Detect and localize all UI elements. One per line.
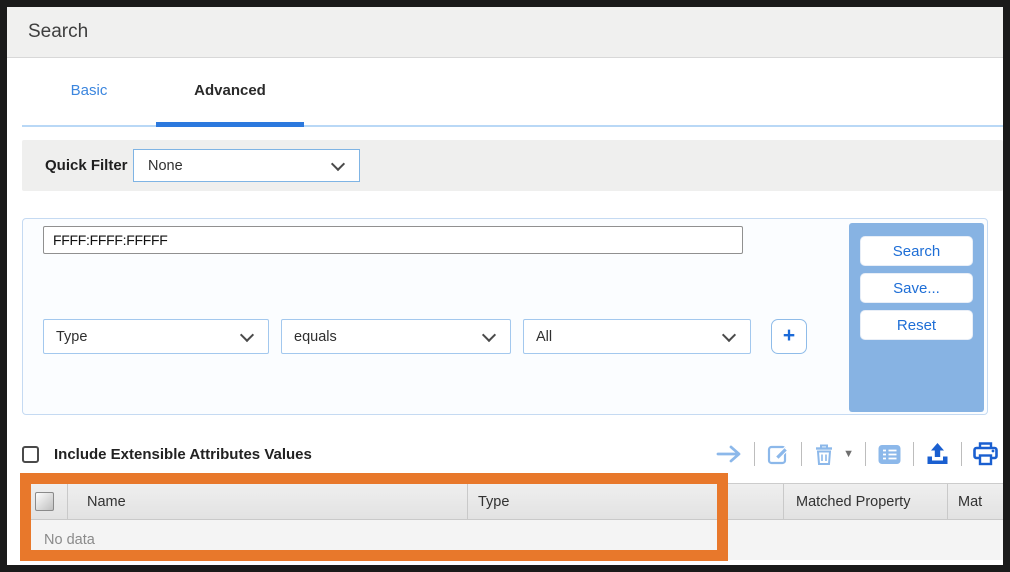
print-icon[interactable]: [973, 442, 998, 466]
toolbar-separator: [754, 442, 756, 466]
tab-basic[interactable]: Basic: [22, 58, 156, 123]
condition-value-value: All: [536, 328, 553, 345]
search-window: Search Basic Advanced Quick Filter None …: [0, 0, 1010, 572]
save-button[interactable]: Save...: [860, 273, 973, 303]
column-header-name[interactable]: Name: [68, 484, 468, 519]
select-all-checkbox[interactable]: [35, 492, 54, 511]
list-view-icon[interactable]: [877, 443, 902, 466]
toolbar-icon-strip: ▼: [716, 442, 998, 466]
include-ea-group: Include Extensible Attributes Values: [22, 445, 312, 463]
chevron-down-icon: [721, 327, 737, 343]
quick-filter-select[interactable]: None: [133, 149, 360, 182]
search-criteria-panel: Type equals All + Search Save... Reset: [22, 218, 988, 415]
condition-value-select[interactable]: All: [523, 319, 751, 354]
column-header-matched-value[interactable]: Mat: [948, 484, 1003, 519]
toolbar-separator: [801, 442, 803, 466]
window-titlebar: Search: [7, 7, 1003, 58]
chevron-down-icon: [481, 327, 497, 343]
condition-field-value: Type: [56, 328, 88, 345]
edit-icon[interactable]: [766, 442, 790, 466]
add-condition-button[interactable]: +: [771, 319, 807, 354]
tab-advanced[interactable]: Advanced: [156, 58, 304, 123]
delete-icon[interactable]: [813, 443, 835, 466]
quick-filter-bar: Quick Filter None: [22, 140, 1003, 191]
tab-bar: Basic Advanced: [7, 58, 1003, 128]
chevron-down-icon: [239, 327, 255, 343]
chevron-down-icon: [330, 156, 346, 172]
search-actions-panel: Search Save... Reset: [849, 223, 984, 412]
forward-arrow-icon[interactable]: [716, 443, 743, 465]
results-toolbar: Include Extensible Attributes Values ▼: [22, 435, 998, 473]
reset-button[interactable]: Reset: [860, 310, 973, 340]
no-data-text: No data: [44, 532, 95, 548]
toolbar-separator: [913, 442, 914, 466]
tab-active-indicator: [156, 122, 304, 127]
column-header-matched-property[interactable]: Matched Property: [784, 484, 948, 519]
delete-caret[interactable]: ▼: [843, 448, 854, 460]
condition-field-select[interactable]: Type: [43, 319, 269, 354]
results-table: Name Type Matched Property Mat No data: [22, 483, 1003, 560]
page-title: Search: [28, 21, 89, 42]
quick-filter-label: Quick Filter: [45, 157, 128, 174]
toolbar-separator: [961, 442, 962, 466]
include-ea-label: Include Extensible Attributes Values: [54, 445, 312, 463]
condition-operator-select[interactable]: equals: [281, 319, 511, 354]
search-query-input[interactable]: [43, 226, 743, 254]
quick-filter-value: None: [148, 157, 183, 174]
column-header-type[interactable]: Type: [468, 484, 784, 519]
search-button[interactable]: Search: [860, 236, 973, 266]
condition-operator-value: equals: [294, 328, 337, 345]
table-empty-row: No data: [22, 520, 1003, 560]
table-header-checkbox-cell: [22, 484, 68, 519]
include-ea-checkbox[interactable]: [22, 445, 39, 463]
toolbar-separator: [865, 442, 866, 466]
export-icon[interactable]: [925, 442, 950, 466]
table-header-row: Name Type Matched Property Mat: [22, 483, 1003, 520]
